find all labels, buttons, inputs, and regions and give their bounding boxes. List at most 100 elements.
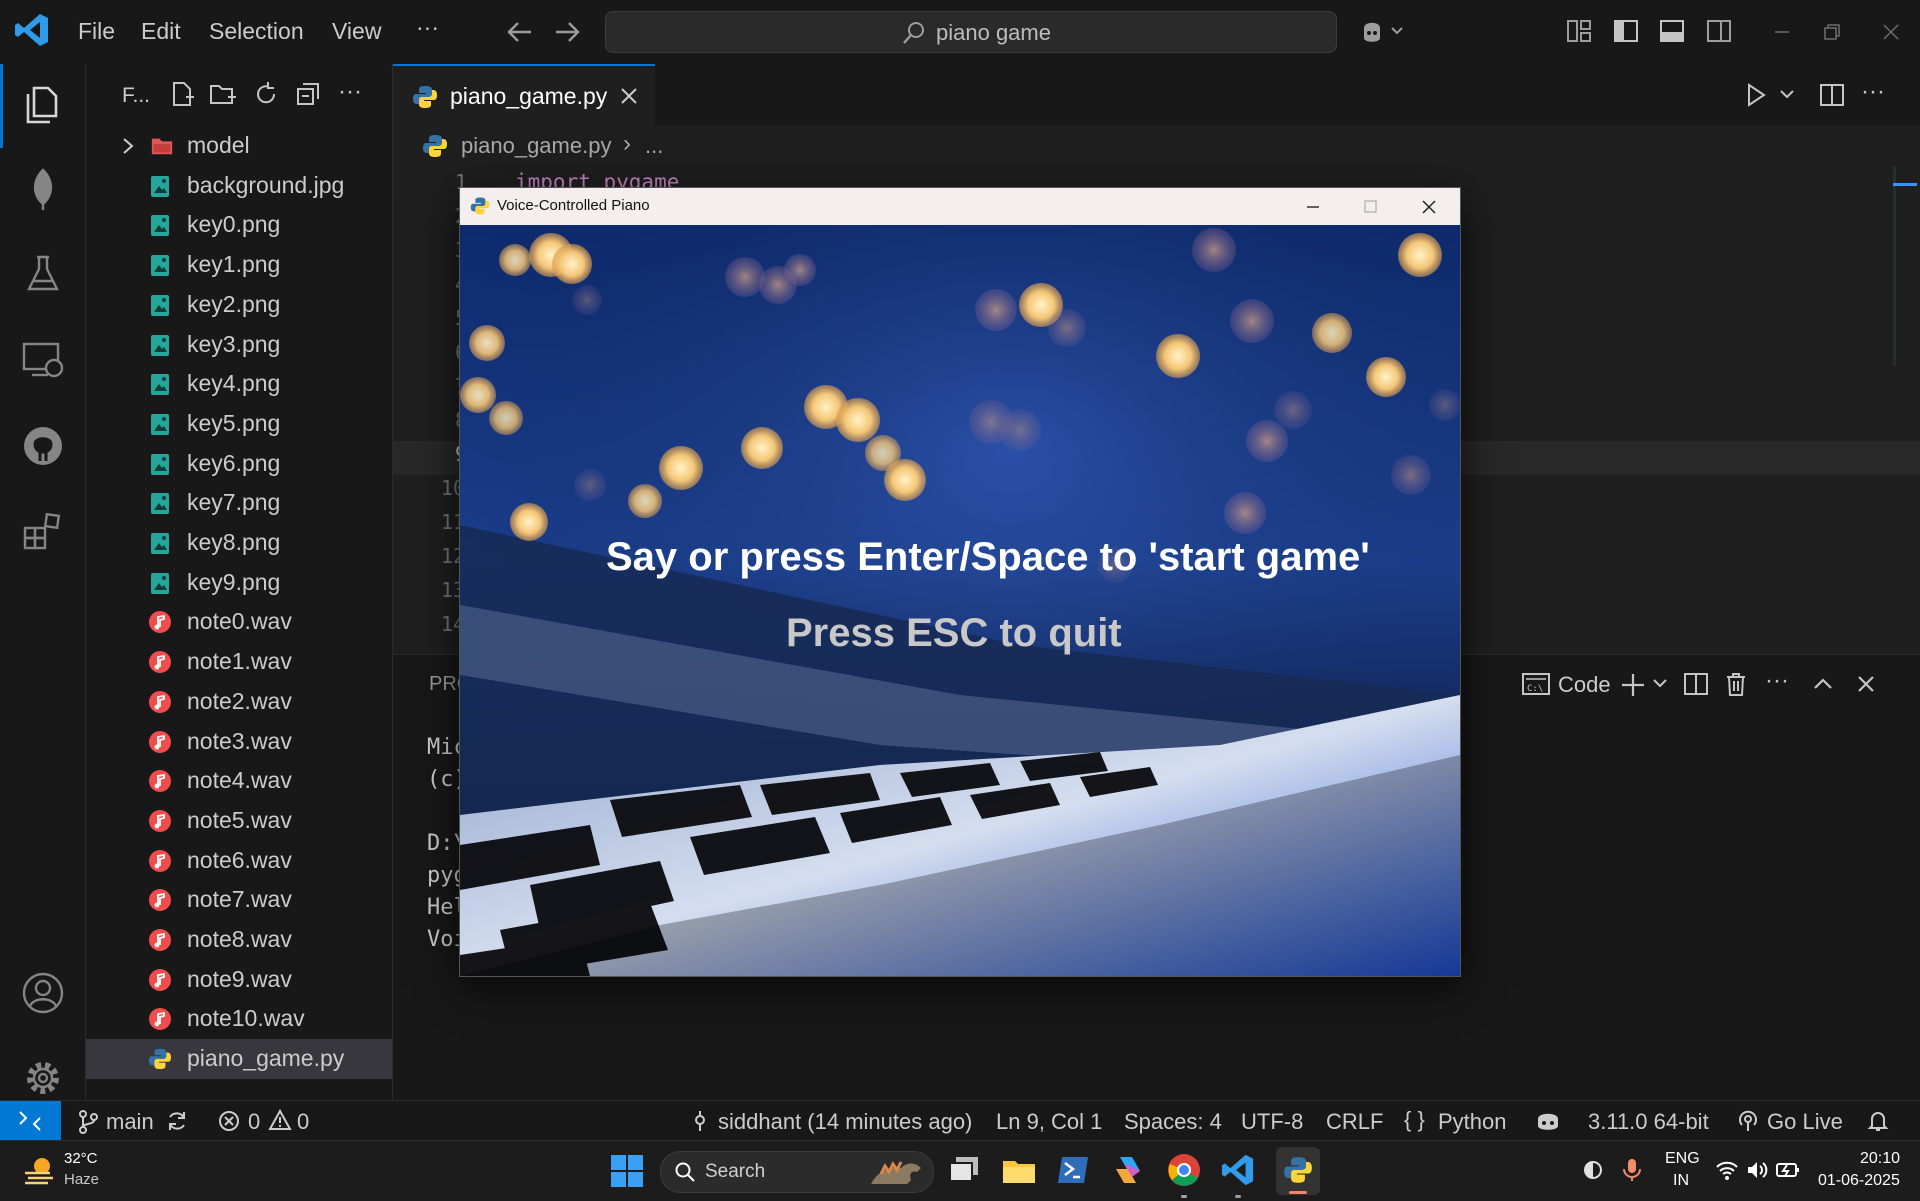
tree-file[interactable]: key5.png: [86, 404, 392, 444]
toggle-primary-sidebar-icon[interactable]: [1613, 18, 1639, 44]
new-folder-icon[interactable]: [208, 80, 238, 108]
chrome-icon[interactable]: [1166, 1152, 1202, 1188]
microphone-icon[interactable]: [1621, 1157, 1643, 1183]
new-terminal-plus-icon[interactable]: [1619, 671, 1647, 699]
window-minimize-icon[interactable]: [1770, 20, 1794, 44]
windows-start-icon[interactable]: [610, 1154, 644, 1188]
pygame-taskbar-button[interactable]: [1276, 1147, 1320, 1195]
tree-file[interactable]: note1.wav: [86, 642, 392, 682]
terminal-name[interactable]: Code: [1558, 672, 1611, 698]
tab-piano-game-py[interactable]: piano_game.py: [393, 64, 655, 128]
tree-file[interactable]: key4.png: [86, 364, 392, 404]
testing-flask-icon[interactable]: [20, 251, 66, 297]
tree-file[interactable]: key2.png: [86, 285, 392, 325]
pygame-close-icon[interactable]: [1418, 196, 1440, 218]
tree-file[interactable]: note7.wav: [86, 880, 392, 920]
line-ending[interactable]: CRLF: [1326, 1109, 1383, 1135]
python-interpreter[interactable]: 3.11.0 64-bit: [1588, 1109, 1709, 1135]
run-dropdown-chevron-icon[interactable]: [1778, 88, 1796, 102]
clock-date[interactable]: 01-06-2025: [1818, 1172, 1900, 1190]
error-count[interactable]: 0: [248, 1109, 260, 1135]
errors-icon[interactable]: [218, 1110, 240, 1132]
tree-file[interactable]: note4.wav: [86, 761, 392, 801]
tree-file[interactable]: note5.wav: [86, 801, 392, 841]
wifi-icon[interactable]: [1715, 1159, 1739, 1181]
minimap-slider[interactable]: [1893, 166, 1896, 366]
encoding[interactable]: UTF-8: [1241, 1109, 1303, 1135]
notifications-bell-icon[interactable]: [1866, 1109, 1890, 1133]
game-canvas[interactable]: Say or press Enter/Space to 'start game'…: [460, 225, 1460, 976]
close-panel-icon[interactable]: [1855, 673, 1877, 695]
menu-more[interactable]: ···: [416, 14, 439, 41]
taskbar-search-box[interactable]: Search: [660, 1151, 934, 1193]
remote-indicator[interactable]: [0, 1101, 61, 1141]
mongodb-leaf-icon[interactable]: [20, 166, 66, 212]
menu-file[interactable]: File: [78, 18, 115, 45]
input-region[interactable]: IN: [1673, 1172, 1689, 1190]
pygame-window[interactable]: Voice-Controlled Piano Say or press Ente…: [459, 187, 1461, 977]
warnings-icon[interactable]: [268, 1109, 292, 1131]
language-mode[interactable]: Python: [1438, 1109, 1507, 1135]
tree-file[interactable]: key7.png: [86, 483, 392, 523]
tree-file[interactable]: note2.wav: [86, 682, 392, 722]
menu-edit[interactable]: Edit: [141, 18, 181, 45]
volume-icon[interactable]: [1745, 1159, 1769, 1181]
tree-folder[interactable]: model: [86, 126, 392, 166]
copilot-app-icon[interactable]: [1110, 1153, 1146, 1187]
branch-name[interactable]: main: [106, 1109, 154, 1135]
tree-file[interactable]: key8.png: [86, 523, 392, 563]
explorer-more-actions[interactable]: ···: [338, 78, 362, 106]
run-python-icon[interactable]: [1743, 82, 1769, 108]
tree-file[interactable]: note0.wav: [86, 602, 392, 642]
panel-more-actions[interactable]: ···: [1765, 667, 1789, 695]
terminal-dropdown-chevron-icon[interactable]: [1651, 677, 1669, 691]
refresh-icon[interactable]: [252, 80, 280, 108]
tree-file[interactable]: key1.png: [86, 245, 392, 285]
window-close-icon[interactable]: [1879, 20, 1903, 44]
breadcrumb-rest[interactable]: ...: [645, 133, 663, 159]
tree-file[interactable]: note8.wav: [86, 920, 392, 960]
settings-gear-icon[interactable]: [20, 1055, 66, 1101]
tree-file[interactable]: note10.wav: [86, 999, 392, 1039]
menu-selection[interactable]: Selection: [209, 18, 304, 45]
forward-arrow-icon[interactable]: [552, 18, 582, 46]
split-editor-icon[interactable]: [1819, 82, 1845, 108]
tab-close-icon[interactable]: [618, 85, 640, 107]
command-center-search[interactable]: piano game: [605, 11, 1337, 53]
breadcrumb-file[interactable]: piano_game.py: [461, 133, 611, 159]
copilot-status-icon[interactable]: [1534, 1109, 1562, 1133]
github-icon[interactable]: [20, 423, 66, 469]
vscode-taskbar-icon[interactable]: [1221, 1153, 1255, 1187]
sync-icon[interactable]: [165, 1109, 189, 1133]
kill-terminal-trash-icon[interactable]: [1723, 671, 1749, 697]
new-file-icon[interactable]: [168, 80, 196, 108]
toggle-panel-icon[interactable]: [1659, 18, 1685, 44]
pygame-titlebar[interactable]: Voice-Controlled Piano: [460, 188, 1460, 225]
chevron-right-icon[interactable]: [119, 136, 137, 156]
tree-file[interactable]: note9.wav: [86, 960, 392, 1000]
warning-count[interactable]: 0: [297, 1109, 309, 1135]
tree-file[interactable]: key0.png: [86, 205, 392, 245]
battery-charging-icon[interactable]: [1775, 1159, 1801, 1181]
cursor-position[interactable]: Ln 9, Col 1: [996, 1109, 1102, 1135]
powershell-icon[interactable]: [1056, 1153, 1090, 1187]
window-restore-icon[interactable]: [1820, 20, 1844, 44]
tree-file[interactable]: note6.wav: [86, 841, 392, 881]
explorer-icon[interactable]: [20, 82, 66, 128]
git-blame[interactable]: siddhant (14 minutes ago): [718, 1109, 972, 1135]
tree-file[interactable]: key3.png: [86, 325, 392, 365]
accounts-icon[interactable]: [20, 970, 66, 1016]
tree-file[interactable]: key6.png: [86, 444, 392, 484]
tree-file[interactable]: note3.wav: [86, 722, 392, 762]
weather-haze-icon[interactable]: [22, 1153, 56, 1187]
input-language[interactable]: ENG: [1665, 1150, 1700, 1168]
back-arrow-icon[interactable]: [505, 18, 535, 46]
toggle-secondary-sidebar-icon[interactable]: [1706, 18, 1732, 44]
extensions-icon[interactable]: [20, 508, 66, 554]
remote-explorer-icon[interactable]: [20, 337, 66, 383]
customize-layout-icon[interactable]: [1566, 18, 1592, 44]
split-terminal-icon[interactable]: [1683, 671, 1709, 697]
indentation[interactable]: Spaces: 4: [1124, 1109, 1222, 1135]
tree-file[interactable]: background.jpg: [86, 166, 392, 206]
tree-file[interactable]: piano_game.py: [86, 1039, 392, 1080]
